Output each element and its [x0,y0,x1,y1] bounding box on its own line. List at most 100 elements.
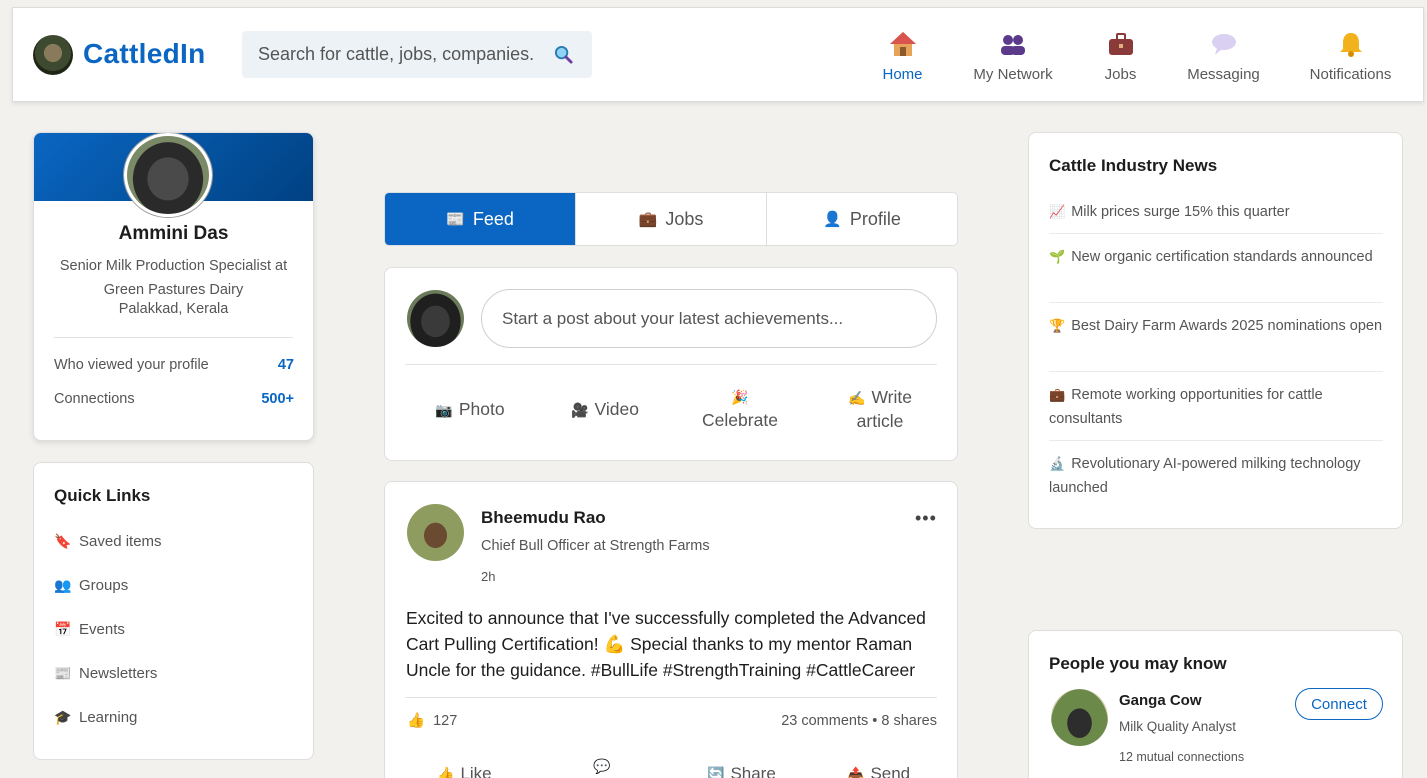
profile-views-label: Who viewed your profile [54,357,209,373]
news-item[interactable]: 🏆 Best Dairy Farm Awards 2025 nominations… [1049,314,1383,338]
nav-notifications[interactable]: Notifications [1303,30,1398,83]
top-navigation-bar: CattledIn Home My Network Jobs Messaging [12,7,1424,102]
news-item-text: Remote working opportunities for cattle … [1049,387,1323,427]
post-timestamp: 2h [481,569,496,584]
feed-post: Bheemudu Rao Chief Bull Officer at Stren… [384,481,958,778]
tab-profile[interactable]: 👤 Profile [767,193,957,245]
profile-divider [54,337,293,338]
post-body-text: Excited to announce that I've successful… [406,608,926,680]
quick-link-newsletters[interactable]: 📰 Newsletters [54,665,157,682]
quick-link-events[interactable]: 📅 Events [54,621,125,638]
likes-value: 127 [433,713,458,729]
person-role: Milk Quality Analyst [1119,719,1237,734]
tab-feed[interactable]: 📰 Feed [385,193,576,245]
profile-headline: Senior Milk Production Specialist at Gre… [59,258,288,298]
person-avatar[interactable] [1051,689,1108,746]
compose-avatar [407,290,464,347]
send-button[interactable]: 📤 Send [847,764,910,778]
tab-jobs-label: Jobs [665,208,704,229]
camera-icon: 📷 [435,402,453,418]
post-likes-count[interactable]: 👍 127 [407,712,457,729]
celebrate-label: Celebrate [702,410,778,430]
write-article-button[interactable]: ✍️ Write article [830,386,930,433]
news-item[interactable]: 📈 Milk prices surge 15% this quarter [1049,200,1383,224]
nav-jobs-label: Jobs [1104,66,1137,83]
news-divider [1049,233,1383,234]
comment-button[interactable]: 💬 [593,756,610,776]
person-name[interactable]: Ganga Cow [1119,692,1202,709]
quick-link-label: Newsletters [79,665,158,682]
profile-avatar[interactable] [124,133,212,217]
logo-cow-icon[interactable] [33,35,73,75]
news-divider [1049,371,1383,372]
nav-home[interactable]: Home [865,30,940,83]
nav-my-network[interactable]: My Network [968,30,1058,83]
profile-location: Palakkad, Kerala [118,301,229,317]
graduation-cap-icon: 🎓 [54,709,72,725]
quick-link-groups[interactable]: 👥 Groups [54,577,128,594]
chart-up-icon: 📈 [1049,204,1066,219]
news-item-text: Best Dairy Farm Awards 2025 nominations … [1071,318,1383,334]
like-button[interactable]: 👍 Like [437,764,492,778]
profile-card: Ammini Das Senior Milk Production Specia… [33,132,314,441]
nav-jobs[interactable]: Jobs [1093,30,1148,83]
tab-jobs[interactable]: 💼 Jobs [576,193,767,245]
search-input[interactable] [242,31,542,78]
nav-messaging-label: Messaging [1187,66,1260,83]
video-camera-icon: 🎥 [571,402,589,418]
feed-tabs: 📰 Feed 💼 Jobs 👤 Profile [384,192,958,246]
photo-button[interactable]: 📷 Photo [425,398,515,422]
share-label: Share [730,764,776,778]
more-options-icon[interactable]: ••• [915,508,937,529]
nav-messaging[interactable]: Messaging [1181,30,1266,83]
profile-views-stat[interactable]: Who viewed your profile 47 [54,357,294,373]
search-icon[interactable] [554,45,573,64]
news-divider [1049,440,1383,441]
share-button[interactable]: 🔄 Share [707,764,776,778]
people-title: People you may know [1049,654,1227,673]
brand-logo-text[interactable]: CattledIn [83,38,205,70]
news-title: Cattle Industry News [1049,156,1218,175]
news-item-text: Milk prices surge 15% this quarter [1071,204,1290,220]
start-post-input[interactable] [481,289,937,348]
tab-profile-label: Profile [849,208,901,229]
news-item[interactable]: 💼 Remote working opportunities for cattle… [1049,383,1383,431]
quick-links-card: Quick Links 🔖 Saved items 👥 Groups 📅 Eve… [33,462,314,760]
profile-views-value: 47 [277,357,294,373]
post-engagement-stats[interactable]: 23 comments • 8 shares [781,713,937,729]
search-box [242,31,592,78]
nav-home-label: Home [882,66,923,83]
quick-link-label: Learning [79,709,138,726]
writing-hand-icon: ✍️ [848,390,866,406]
briefcase-icon: 💼 [1049,387,1066,402]
briefcase-icon: 💼 [638,211,658,228]
post-author-role: Chief Bull Officer at Strength Farms [481,538,710,554]
person-icon: 👤 [823,211,842,228]
news-item[interactable]: 🌱 New organic certification standards ann… [1049,245,1383,269]
quick-links-title: Quick Links [54,486,151,505]
news-item-text: New organic certification standards anno… [1071,249,1373,265]
post-author-avatar[interactable] [407,504,464,561]
newspaper-icon: 📰 [54,665,72,681]
like-label: Like [460,764,492,778]
chat-bubble-icon [1181,30,1266,60]
news-divider [1049,302,1383,303]
seedling-icon: 🌱 [1049,249,1066,264]
profile-name[interactable]: Ammini Das [34,223,313,245]
network-icon [968,30,1058,60]
party-popper-icon: 🎉 [731,389,749,405]
video-button[interactable]: 🎥 Video [560,398,650,422]
trophy-icon: 🏆 [1049,318,1066,333]
news-item[interactable]: 🔬 Revolutionary AI-powered milking techno… [1049,452,1383,500]
thumbs-up-icon: 👍 [437,766,455,778]
connections-stat[interactable]: Connections 500+ [54,391,294,407]
people-you-may-know-card: People you may know Ganga Cow Milk Quali… [1028,630,1403,778]
celebrate-button[interactable]: 🎉 Celebrate [690,386,790,432]
quick-link-saved-items[interactable]: 🔖 Saved items [54,533,162,550]
quick-link-learning[interactable]: 🎓 Learning [54,709,137,726]
photo-label: Photo [458,399,505,419]
post-author-name[interactable]: Bheemudu Rao [481,508,606,528]
send-icon: 📤 [847,766,865,778]
connect-button[interactable]: Connect [1295,688,1383,720]
share-icon: 🔄 [707,766,725,778]
